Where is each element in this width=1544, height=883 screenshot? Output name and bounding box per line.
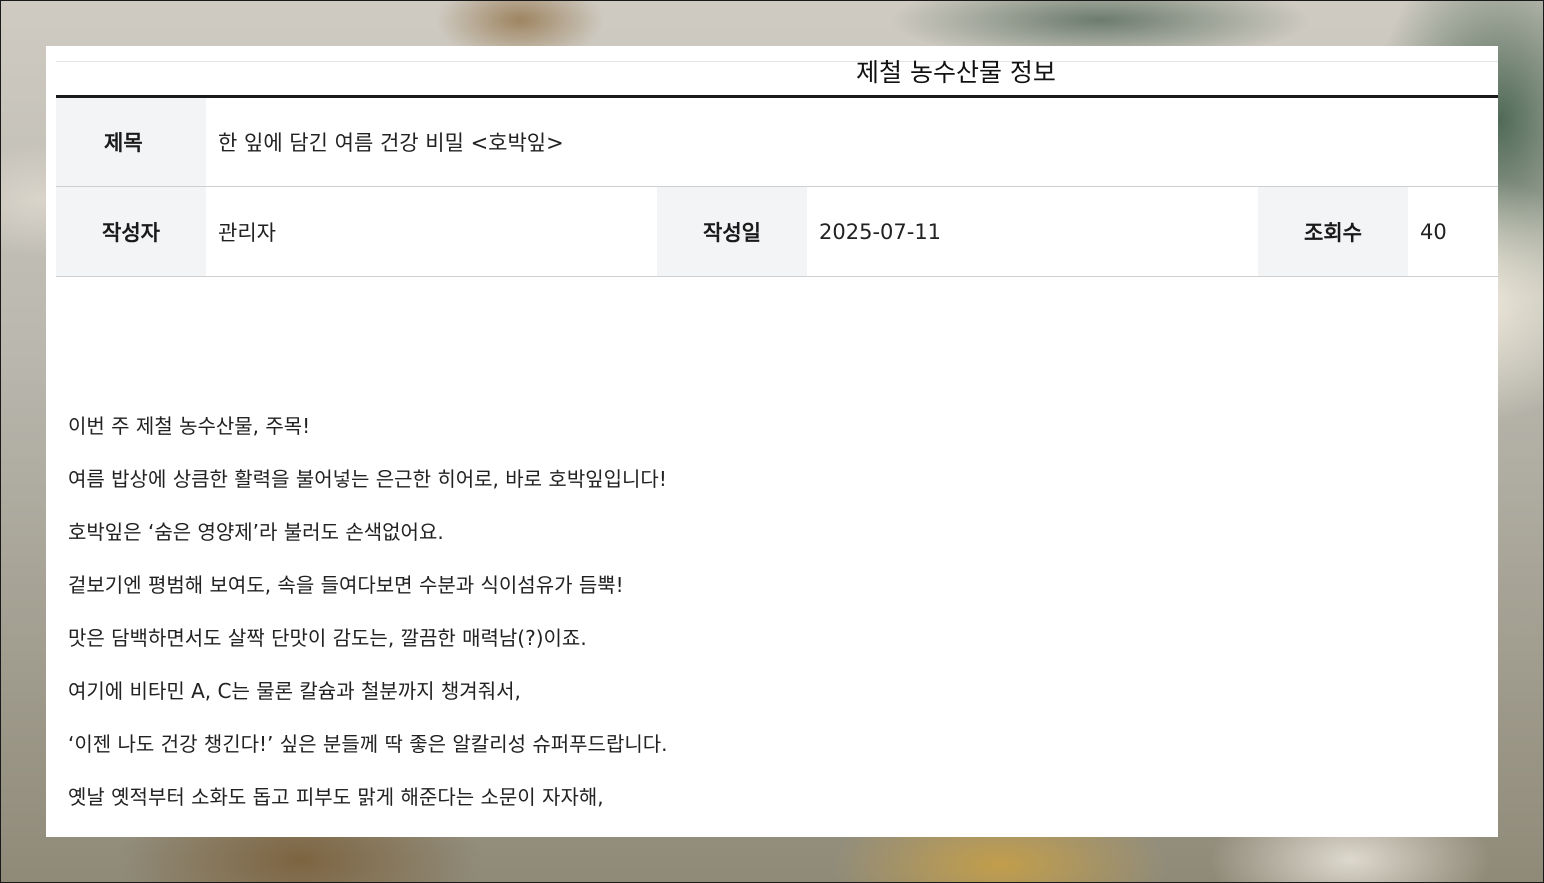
content-paragraph: ‘이젠 나도 건강 챙긴다!’ 싶은 분들께 딱 좋은 알칼리성 슈퍼푸드랍니다…: [68, 732, 668, 756]
meta-row-info: 작성자 관리자 작성일 2025-07-11 조회수 40: [56, 187, 1498, 277]
post-content: 이번 주 제철 농수산물, 주목! 여름 밥상에 상큼한 활력을 불어넣는 은근…: [68, 408, 1468, 832]
post-views: 40: [1420, 219, 1447, 244]
meta-row-title: 제목 한 잎에 담긴 여름 건강 비밀 <호박잎>: [56, 98, 1498, 187]
post-date: 2025-07-11: [819, 219, 942, 244]
content-paragraph: 이번 주 제철 농수산물, 주목!: [68, 414, 311, 438]
divider: [56, 61, 1498, 62]
title-label: 제목: [56, 98, 206, 186]
content-paragraph: 겉보기엔 평범해 보여도, 속을 들여다보면 수분과 식이섬유가 듬뿍!: [68, 573, 624, 597]
content-paragraph: 여기에 비타민 A, C는 물론 칼슘과 철분까지 챙겨줘서,: [68, 679, 521, 703]
board-title: 제철 농수산물 정보: [856, 58, 1056, 87]
content-paragraph: 여름 밥상에 상큼한 활력을 불어넣는 은근한 히어로, 바로 호박잎입니다!: [68, 467, 667, 491]
post-view-panel: 제철 농수산물 정보 제목 한 잎에 담긴 여름 건강 비밀 <호박잎> 작성자…: [46, 46, 1498, 837]
date-label: 작성일: [657, 187, 807, 276]
content-paragraph: 옛날 옛적부터 소화도 돕고 피부도 맑게 해준다는 소문이 자자해,: [68, 785, 604, 809]
author-label: 작성자: [56, 187, 206, 276]
content-paragraph: 맛은 담백하면서도 살짝 단맛이 감도는, 깔끔한 매력남(?)이죠.: [68, 626, 587, 650]
post-title: 한 잎에 담긴 여름 건강 비밀 <호박잎>: [218, 131, 564, 155]
post-author: 관리자: [218, 220, 276, 245]
post-meta-table: 제목 한 잎에 담긴 여름 건강 비밀 <호박잎> 작성자 관리자 작성일 20…: [56, 95, 1498, 277]
content-paragraph: 호박잎은 ‘숨은 영양제’라 불러도 손색없어요.: [68, 520, 444, 544]
views-label: 조회수: [1258, 187, 1408, 276]
